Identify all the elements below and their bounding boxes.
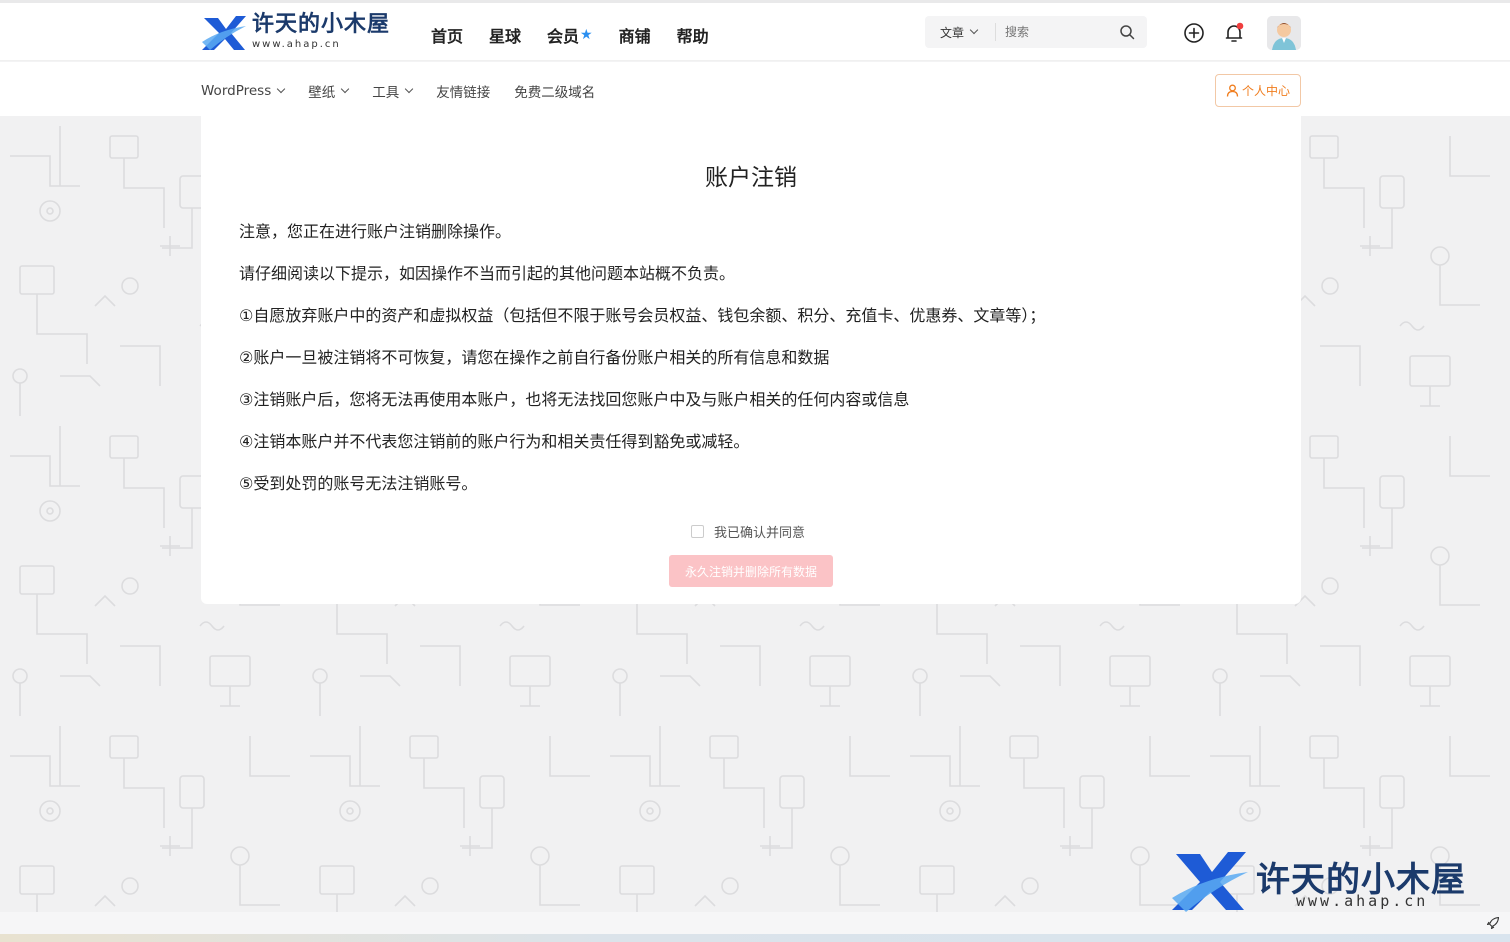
- nav-home[interactable]: 首页: [431, 23, 463, 47]
- logo-name: 许天的小木屋: [252, 12, 391, 37]
- subnav-tools[interactable]: 工具: [372, 81, 414, 101]
- logo-x-icon: [200, 12, 248, 52]
- notice-item: ③注销账户后，您将无法再使用本账户，也将无法找回您账户中及与账户相关的任何内容或…: [239, 390, 910, 409]
- subnav-tools-label: 工具: [372, 85, 400, 101]
- subnav-wallpaper-label: 壁纸: [308, 85, 336, 101]
- agree-label: 我已确认并同意: [714, 526, 806, 541]
- chevron-down-icon: [404, 84, 414, 94]
- agree-checkbox[interactable]: 我已确认并同意: [691, 522, 805, 541]
- user-icon: [1226, 84, 1239, 97]
- delete-account-button[interactable]: 永久注销并删除所有数据: [669, 555, 833, 587]
- notice-paragraph: 请仔细阅读以下提示，如因操作不当而引起的其他问题本站概不负责。: [239, 264, 736, 283]
- chevron-down-icon: [276, 84, 286, 94]
- nav-help[interactable]: 帮助: [677, 23, 709, 47]
- nav-member[interactable]: 会员 ★: [547, 23, 593, 47]
- chevron-down-icon: [340, 84, 350, 94]
- watermark-url: www.ahap.cn: [1296, 892, 1429, 910]
- user-center-label: 个人中心: [1241, 84, 1290, 98]
- nav-shop[interactable]: 商铺: [619, 23, 651, 47]
- os-taskbar: [0, 934, 1510, 942]
- avatar[interactable]: [1267, 16, 1301, 50]
- search-icon[interactable]: [1119, 24, 1135, 40]
- chevron-down-icon: [969, 25, 979, 35]
- checkbox-box[interactable]: [691, 525, 704, 538]
- watermark-logo: 许天的小木屋 www.ahap.cn: [1170, 850, 1490, 914]
- sub-nav-bar: WordPress 壁纸 工具 友情链接 免费二级域名 个人中心: [0, 62, 1510, 116]
- notice-item: ①自愿放弃账户中的资产和虚拟权益（包括但不限于账号会员权益、钱包余额、积分、充值…: [239, 306, 1046, 325]
- add-circle-icon[interactable]: [1183, 22, 1205, 44]
- site-logo[interactable]: 许天的小木屋 www.ahap.cn: [200, 11, 400, 53]
- search-input[interactable]: [1005, 25, 1115, 39]
- search-divider: [995, 23, 996, 41]
- nav-planet[interactable]: 星球: [489, 23, 521, 47]
- bell-notification-icon[interactable]: [1223, 22, 1245, 44]
- page-title: 账户注销: [705, 165, 797, 191]
- user-center-button[interactable]: 个人中心: [1215, 74, 1301, 107]
- search-bar: 文章: [925, 16, 1147, 48]
- top-header: 许天的小木屋 www.ahap.cn 首页 星球 会员 ★ 商铺 帮助 文章: [0, 3, 1510, 61]
- notice-item: ⑤受到处罚的账号无法注销账号。: [239, 474, 478, 493]
- notice-item: ②账户一旦被注销将不可恢复，请您在操作之前自行备份账户相关的所有信息和数据: [239, 348, 830, 367]
- notice-paragraph: 注意，您正在进行账户注销删除操作。: [239, 222, 512, 241]
- rocket-back-to-top-icon[interactable]: [1486, 916, 1500, 930]
- subnav-free-domain[interactable]: 免费二级域名: [514, 81, 595, 101]
- main-nav: 首页 星球 会员 ★ 商铺 帮助: [431, 23, 735, 47]
- member-star-icon: ★: [580, 27, 593, 43]
- subnav-wordpress-label: WordPress: [201, 83, 272, 99]
- subnav-wordpress[interactable]: WordPress: [201, 81, 286, 101]
- search-category-label: 文章: [940, 25, 965, 40]
- search-category-select[interactable]: 文章: [925, 24, 995, 41]
- account-cancel-card: 账户注销 注意，您正在进行账户注销删除操作。 请仔细阅读以下提示，如因操作不当而…: [201, 116, 1301, 604]
- nav-member-label: 会员: [547, 27, 580, 46]
- subnav-friend-links[interactable]: 友情链接: [436, 81, 490, 101]
- subnav-wallpaper[interactable]: 壁纸: [308, 81, 350, 101]
- logo-url: www.ahap.cn: [252, 39, 341, 50]
- notice-item: ④注销本账户并不代表您注销前的账户行为和相关责任得到豁免或减轻。: [239, 432, 750, 451]
